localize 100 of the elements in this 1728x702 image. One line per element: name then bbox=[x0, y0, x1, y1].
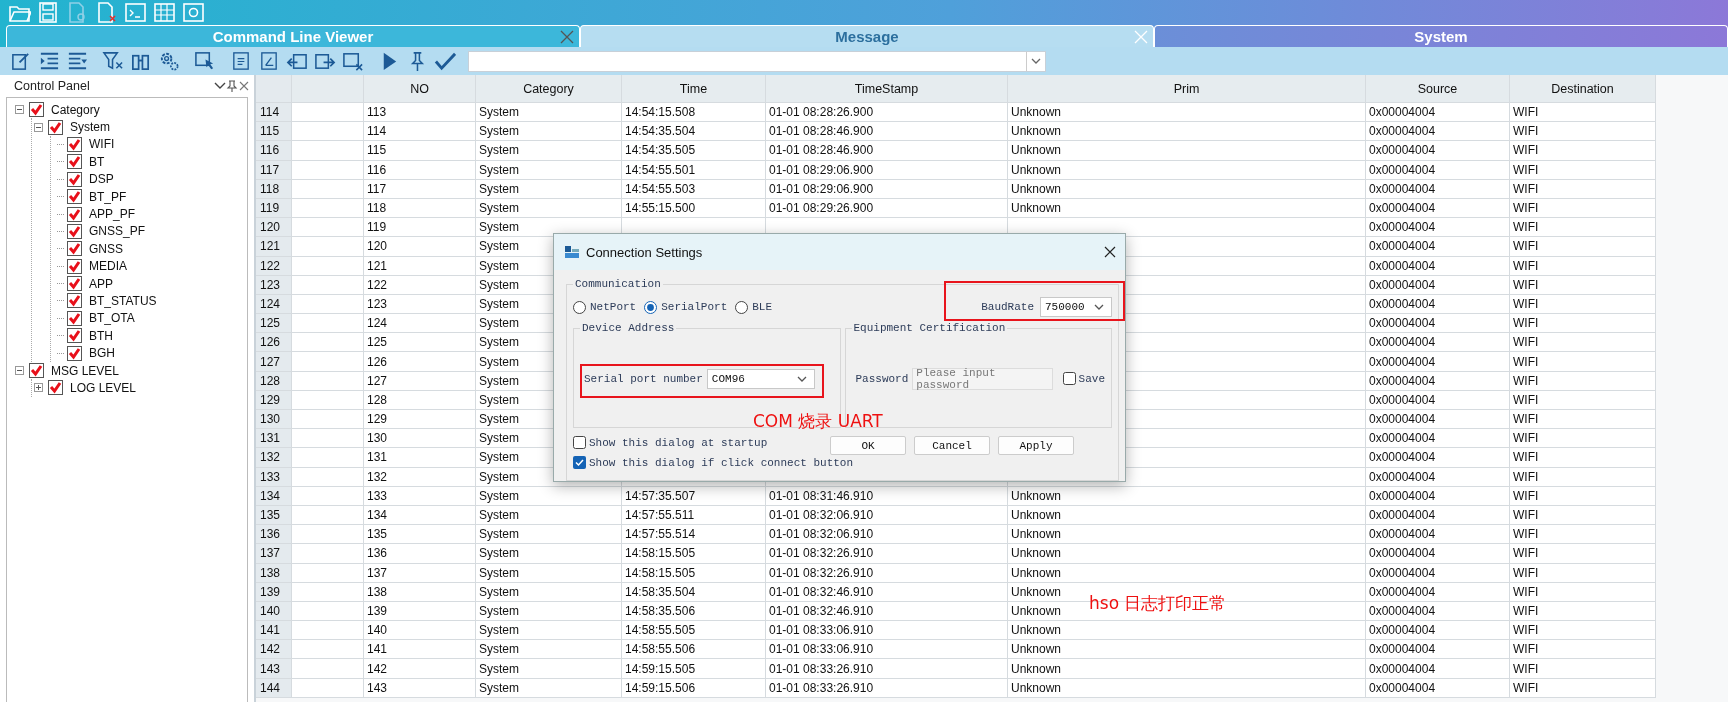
table-cell bbox=[292, 218, 364, 238]
indent-icon[interactable] bbox=[38, 50, 60, 72]
column-header[interactable]: Destination bbox=[1510, 75, 1656, 103]
pin-icon[interactable] bbox=[226, 80, 238, 92]
column-header[interactable]: Source bbox=[1366, 75, 1510, 103]
checkbox[interactable] bbox=[67, 223, 82, 239]
table-cell: 01-01 08:32:26.910 bbox=[766, 563, 1008, 583]
checkbox[interactable] bbox=[573, 456, 586, 469]
document-icon[interactable] bbox=[95, 1, 118, 24]
column-header[interactable]: Prim bbox=[1008, 75, 1366, 103]
checkbox[interactable] bbox=[67, 310, 82, 326]
checkbox[interactable] bbox=[67, 189, 82, 205]
serial-port-dropdown[interactable]: COM96 bbox=[706, 368, 815, 389]
checkbox[interactable] bbox=[573, 436, 586, 449]
checkbox[interactable] bbox=[48, 380, 63, 396]
tree-item[interactable]: APP bbox=[89, 276, 113, 291]
filter-icon[interactable] bbox=[102, 50, 124, 72]
tree-item[interactable]: System bbox=[70, 120, 110, 135]
table-cell: 114 bbox=[364, 122, 476, 142]
checkbox[interactable] bbox=[67, 258, 82, 274]
tree-item[interactable]: APP_PF bbox=[89, 207, 136, 222]
password-field[interactable]: Please input password bbox=[912, 367, 1053, 390]
table-cell: System bbox=[476, 601, 622, 622]
checkbox[interactable] bbox=[67, 241, 82, 257]
checkbox[interactable] bbox=[67, 206, 82, 222]
expand-icon[interactable] bbox=[34, 383, 43, 393]
table-cell bbox=[292, 237, 364, 257]
gear-icon[interactable] bbox=[182, 1, 205, 24]
column-header[interactable]: NO bbox=[364, 75, 476, 103]
table-cell: 14:58:55.505 bbox=[622, 621, 766, 641]
column-header[interactable]: TimeStamp bbox=[766, 75, 1008, 103]
table-cell: 0x00004004 bbox=[1366, 141, 1510, 161]
row-number: 142 bbox=[256, 640, 292, 660]
checkbox[interactable] bbox=[67, 276, 82, 292]
table-cell: 0x00004004 bbox=[1366, 314, 1510, 334]
collapse-icon[interactable] bbox=[15, 366, 24, 376]
checkbox[interactable] bbox=[67, 328, 82, 344]
tree-item[interactable]: GNSS_PF bbox=[89, 224, 145, 239]
table-cell: 125 bbox=[364, 333, 476, 353]
tree-item[interactable]: BT_STATUS bbox=[89, 294, 157, 308]
table-cell bbox=[292, 103, 364, 123]
checkbox[interactable] bbox=[67, 345, 82, 361]
document-icon[interactable] bbox=[230, 50, 252, 72]
table-cell: Unknown bbox=[1008, 103, 1366, 123]
row-number: 140 bbox=[256, 601, 292, 622]
table-cell: 14:55:15.500 bbox=[622, 198, 766, 219]
collapse-icon[interactable] bbox=[34, 122, 43, 132]
radio-button[interactable] bbox=[644, 300, 658, 314]
checkbox[interactable] bbox=[67, 293, 82, 309]
column-header[interactable]: Time bbox=[622, 75, 766, 103]
window-close-icon[interactable] bbox=[342, 50, 364, 72]
checkbox[interactable] bbox=[29, 102, 44, 118]
edit-icon[interactable] bbox=[258, 50, 280, 72]
tree-item[interactable]: DSP bbox=[89, 172, 114, 187]
table-cell: WIFI bbox=[1510, 467, 1656, 487]
radio-button[interactable] bbox=[573, 300, 586, 314]
radio-button[interactable] bbox=[735, 300, 749, 314]
tree-item[interactable]: MSG LEVEL bbox=[51, 363, 120, 378]
collapse-icon[interactable] bbox=[15, 105, 24, 115]
tree-item[interactable]: GNSS bbox=[89, 241, 123, 256]
checkbox[interactable] bbox=[1062, 372, 1076, 385]
checkbox[interactable] bbox=[67, 171, 82, 187]
tab[interactable]: Message bbox=[580, 25, 1154, 47]
table-cell: System bbox=[476, 582, 622, 602]
table-cell: WIFI bbox=[1510, 525, 1656, 545]
tree-item[interactable]: BT_OTA bbox=[89, 311, 135, 326]
tree-item[interactable]: Category bbox=[51, 102, 100, 117]
baud-rate-dropdown[interactable]: 750000 bbox=[1040, 297, 1112, 317]
dialog-button[interactable]: OK bbox=[830, 436, 906, 455]
tree-item[interactable]: WIFI bbox=[89, 137, 115, 152]
table-cell: 0x00004004 bbox=[1366, 371, 1510, 391]
table-cell: WIFI bbox=[1510, 678, 1656, 698]
note-edit-icon[interactable] bbox=[10, 50, 32, 72]
tree-item[interactable]: MEDIA bbox=[89, 259, 127, 274]
dialog-button[interactable]: Apply bbox=[998, 436, 1074, 455]
dialog-button[interactable]: Cancel bbox=[914, 436, 990, 455]
table-cell: 142 bbox=[364, 659, 476, 679]
gear-icon[interactable] bbox=[158, 50, 180, 72]
table-cell: Unknown bbox=[1008, 640, 1366, 660]
list-dropdown-icon[interactable] bbox=[66, 50, 88, 72]
close-icon[interactable] bbox=[1103, 245, 1117, 259]
checkbox[interactable] bbox=[48, 119, 63, 135]
table-cell: 134 bbox=[364, 505, 476, 526]
column-header[interactable]: Category bbox=[476, 75, 622, 103]
table-cell bbox=[292, 544, 364, 564]
table-cell: WIFI bbox=[1510, 160, 1656, 180]
row-number: 135 bbox=[256, 505, 292, 526]
checkmark-icon[interactable] bbox=[434, 50, 456, 72]
tree-item[interactable]: LOG LEVEL bbox=[70, 380, 137, 395]
tree-item[interactable]: BTH bbox=[89, 328, 113, 343]
tree-item[interactable]: BGH bbox=[89, 346, 115, 361]
tree-item[interactable]: BT_PF bbox=[89, 189, 127, 204]
tree-item[interactable]: BT bbox=[89, 154, 105, 169]
checkbox[interactable] bbox=[29, 363, 44, 379]
table-cell: 01-01 08:32:46.910 bbox=[766, 582, 1008, 602]
cursor-icon[interactable] bbox=[194, 50, 216, 72]
table-cell: WIFI bbox=[1510, 103, 1656, 123]
checkbox[interactable] bbox=[67, 136, 82, 152]
checkbox[interactable] bbox=[67, 154, 82, 170]
table-cell: 01-01 08:28:46.900 bbox=[766, 141, 1008, 161]
